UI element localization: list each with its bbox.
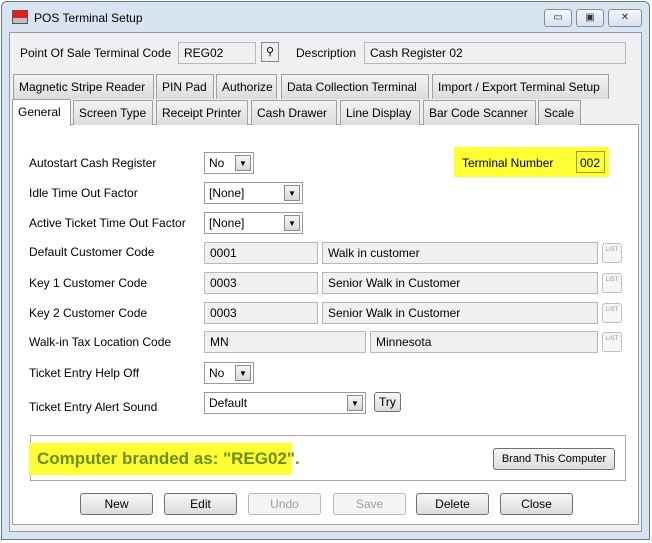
autostart-select[interactable]: No ▼ <box>204 152 254 174</box>
help-off-value: No <box>209 366 225 380</box>
key2-label: Key 2 Customer Code <box>29 306 148 320</box>
chevron-down-icon: ▼ <box>235 155 251 171</box>
description-input[interactable]: Cash Register 02 <box>364 42 626 64</box>
help-off-select[interactable]: No ▼ <box>204 362 254 384</box>
idle-value: [None] <box>209 186 245 200</box>
chevron-down-icon: ▼ <box>347 395 363 411</box>
idle-label: Idle Time Out Factor <box>29 186 138 200</box>
tab-magnetic-stripe-reader[interactable]: Magnetic Stripe Reader <box>13 74 154 99</box>
active-ticket-select[interactable]: [None] ▼ <box>204 212 303 234</box>
window-title: POS Terminal Setup <box>34 11 143 25</box>
list-icon[interactable]: LIST <box>602 243 622 263</box>
chevron-down-icon: ▼ <box>235 365 251 381</box>
edit-button[interactable]: Edit <box>164 493 237 515</box>
list-icon[interactable]: LIST <box>602 273 622 293</box>
tab-data-collection-terminal[interactable]: Data Collection Terminal <box>281 74 429 99</box>
key2-code[interactable]: 0003 <box>204 302 318 324</box>
brand-message: Computer branded as: "REG02". <box>37 449 300 468</box>
alert-sound-value: Default <box>209 396 248 410</box>
help-off-label: Ticket Entry Help Off <box>29 366 140 380</box>
tab-import-export[interactable]: Import / Export Terminal Setup <box>432 74 609 99</box>
terminal-number-input[interactable]: 002 <box>576 151 605 173</box>
list-icon[interactable]: LIST <box>602 303 622 323</box>
alert-sound-label: Ticket Entry Alert Sound <box>29 400 158 414</box>
list-icon[interactable]: LIST <box>602 332 622 352</box>
tab-pin-pad[interactable]: PIN Pad <box>156 74 214 99</box>
idle-select[interactable]: [None] ▼ <box>204 182 303 204</box>
default-customer-label: Default Customer Code <box>29 245 155 259</box>
default-customer-code[interactable]: 0001 <box>204 242 318 264</box>
active-ticket-label: Active Ticket Time Out Factor <box>29 216 186 230</box>
tab-bar-code-scanner[interactable]: Bar Code Scanner <box>423 100 536 125</box>
maximize-button[interactable]: ▣ <box>576 9 604 27</box>
try-button[interactable]: Try <box>374 392 401 412</box>
tab-line-display[interactable]: Line Display <box>340 100 420 125</box>
tab-screen-type[interactable]: Screen Type <box>73 100 153 125</box>
autostart-label: Autostart Cash Register <box>29 156 157 170</box>
default-customer-desc: Walk in customer <box>322 242 598 264</box>
close-button[interactable]: Close <box>500 493 573 515</box>
minimize-button[interactable]: ▭ <box>544 9 572 27</box>
binoculars-icon[interactable]: ⚲ <box>261 42 279 62</box>
alert-sound-select[interactable]: Default ▼ <box>204 392 366 414</box>
tab-receipt-printer[interactable]: Receipt Printer <box>156 100 248 125</box>
delete-button[interactable]: Delete <box>416 493 489 515</box>
terminal-code-input[interactable]: REG02 <box>178 42 256 64</box>
key1-code[interactable]: 0003 <box>204 272 318 294</box>
terminal-number-label: Terminal Number <box>462 156 554 170</box>
description-label: Description <box>296 46 357 60</box>
tab-general[interactable]: General <box>12 99 71 126</box>
tax-desc: Minnesota <box>370 331 598 353</box>
app-icon <box>12 10 28 24</box>
tab-scale[interactable]: Scale <box>538 100 581 125</box>
brand-computer-button[interactable]: Brand This Computer <box>493 448 615 470</box>
tax-label: Walk-in Tax Location Code <box>29 335 172 349</box>
chevron-down-icon: ▼ <box>284 215 300 231</box>
undo-button[interactable]: Undo <box>248 493 321 515</box>
tab-cash-drawer[interactable]: Cash Drawer <box>251 100 337 125</box>
new-button[interactable]: New <box>80 493 153 515</box>
close-window-button[interactable]: ✕ <box>608 9 642 27</box>
save-button[interactable]: Save <box>333 493 406 515</box>
terminal-code-label: Point Of Sale Terminal Code <box>20 46 172 60</box>
active-ticket-value: [None] <box>209 216 245 230</box>
key1-desc: Senior Walk in Customer <box>322 272 598 294</box>
tab-authorize[interactable]: Authorize <box>216 74 277 99</box>
autostart-value: No <box>209 156 225 170</box>
chevron-down-icon: ▼ <box>284 185 300 201</box>
key1-label: Key 1 Customer Code <box>29 276 148 290</box>
tax-code[interactable]: MN <box>204 331 366 353</box>
key2-desc: Senior Walk in Customer <box>322 302 598 324</box>
